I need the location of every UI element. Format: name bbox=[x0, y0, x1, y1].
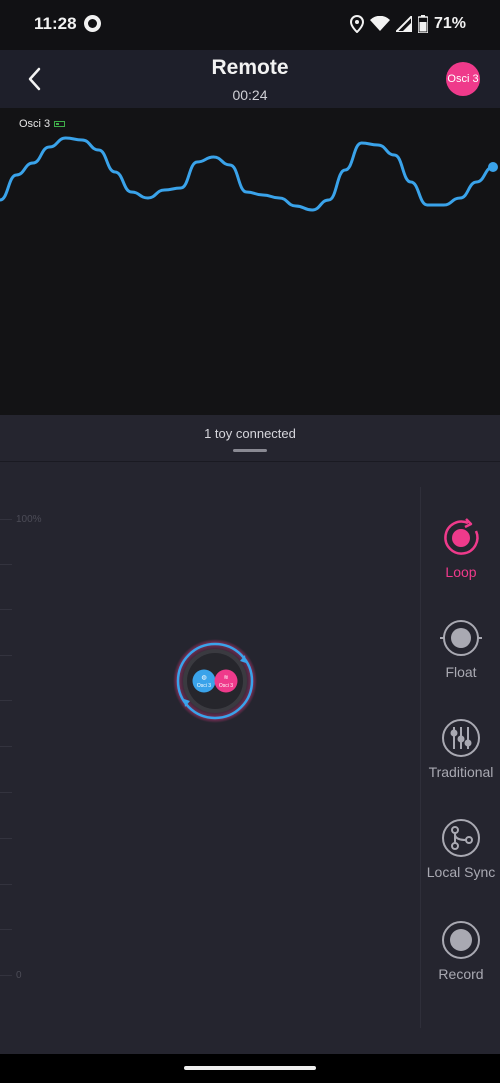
scale-tick bbox=[0, 975, 12, 976]
graph-toy-name: Osci 3 bbox=[19, 118, 51, 130]
current-point-dot bbox=[488, 162, 498, 172]
sync-nodes-icon bbox=[442, 819, 480, 857]
bottom-panel-edge bbox=[0, 1028, 500, 1054]
home-gesture-handle[interactable] bbox=[184, 1066, 316, 1070]
svg-text:◍: ◍ bbox=[201, 674, 206, 681]
wifi-icon bbox=[369, 16, 390, 31]
mode-label: Local Sync bbox=[426, 864, 496, 880]
dial-left-label: Osci 3 bbox=[197, 683, 211, 689]
mode-label: Traditional bbox=[428, 764, 494, 780]
mode-label: Record bbox=[438, 966, 484, 982]
scale-tick bbox=[0, 838, 12, 839]
float-icon bbox=[440, 620, 482, 656]
status-icons: 71% bbox=[349, 14, 466, 34]
intensity-line bbox=[0, 136, 494, 212]
page-title: Remote bbox=[211, 56, 289, 79]
scale-tick bbox=[0, 792, 12, 793]
toy-battery-icon bbox=[54, 121, 66, 127]
scale-tick bbox=[0, 929, 12, 930]
mode-local-sync[interactable]: Local Sync bbox=[401, 817, 500, 880]
dial-right-label: Osci 3 bbox=[219, 683, 233, 689]
svg-text:≋: ≋ bbox=[223, 674, 228, 681]
status-bar: 11:28 71% bbox=[0, 0, 500, 50]
session-timer: 00:24 bbox=[232, 87, 268, 103]
mode-sidebar: Loop Float Traditional Local Sync Record bbox=[420, 487, 500, 1028]
scale-tick bbox=[0, 609, 12, 610]
status-time: 11:28 bbox=[34, 14, 77, 33]
scale-tick bbox=[0, 700, 12, 701]
panel-header[interactable]: 1 toy connected bbox=[0, 415, 500, 462]
battery-icon bbox=[417, 15, 428, 33]
intensity-graph: Osci 3 bbox=[0, 108, 500, 415]
loop-icon bbox=[444, 518, 479, 555]
scale-max-label: 100% bbox=[16, 514, 42, 525]
mode-traditional[interactable]: Traditional bbox=[401, 717, 500, 780]
control-area[interactable]: 100% 0 ◍ ≋ Osci 3 Osci 3 Loop Float Trad… bbox=[0, 462, 500, 1028]
app-notification-icon bbox=[84, 15, 101, 32]
scale-min-label: 0 bbox=[16, 970, 22, 981]
top-app-bar: Remote 00:24 Osci 3 bbox=[0, 50, 500, 108]
sliders-icon bbox=[442, 719, 480, 757]
record-icon bbox=[442, 921, 480, 959]
system-nav-bar bbox=[0, 1054, 500, 1083]
toy-avatar-button[interactable]: Osci 3 bbox=[446, 62, 480, 96]
battery-percent: 71% bbox=[433, 15, 466, 32]
mode-loop[interactable]: Loop bbox=[401, 517, 500, 580]
mode-label: Float bbox=[445, 664, 477, 680]
mode-float[interactable]: Float bbox=[401, 617, 500, 680]
scale-tick bbox=[0, 884, 12, 885]
signal-icon bbox=[395, 16, 412, 32]
scale-tick bbox=[0, 519, 12, 520]
graph-toy-label: Osci 3 bbox=[19, 118, 66, 130]
mode-label: Loop bbox=[445, 564, 477, 580]
control-dial[interactable]: ◍ ≋ Osci 3 Osci 3 bbox=[173, 639, 257, 723]
scale-tick bbox=[0, 564, 12, 565]
connected-status: 1 toy connected bbox=[204, 426, 296, 441]
mode-record[interactable]: Record bbox=[401, 919, 500, 982]
intensity-graph-svg bbox=[0, 136, 498, 212]
drag-handle[interactable] bbox=[233, 449, 267, 452]
scale-tick bbox=[0, 655, 12, 656]
scale-tick bbox=[0, 746, 12, 747]
location-icon bbox=[349, 15, 364, 33]
